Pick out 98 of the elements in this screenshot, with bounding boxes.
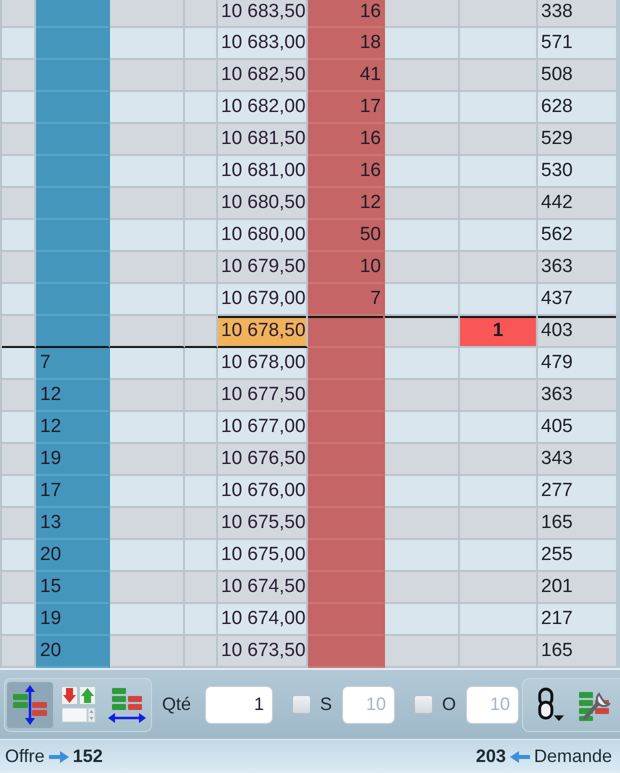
table-cell: 20: [36, 636, 110, 668]
status-label: Offre: [5, 746, 45, 767]
table-cell: 19: [36, 604, 110, 636]
table-cell: 403: [538, 316, 616, 348]
table-cell: 530: [538, 156, 616, 188]
table-cell: 479: [538, 348, 616, 380]
table-cell: 10 678,50: [218, 316, 308, 348]
table-cell: [185, 572, 218, 604]
bars-horizontal-arrow-icon: [108, 686, 146, 724]
table-cell: 16: [308, 124, 385, 156]
table-cell: 15: [36, 572, 110, 604]
table-cell: 562: [538, 220, 616, 252]
table-cell: 18: [308, 28, 385, 60]
table-cell: 12: [308, 188, 385, 220]
quantity-label: Qté: [162, 694, 192, 715]
table-cell: 10 683,50: [218, 0, 308, 28]
table-cell: [185, 348, 218, 380]
quantity-field[interactable]: 1: [205, 686, 274, 724]
table-cell: 17: [36, 476, 110, 508]
table-cell: 255: [538, 540, 616, 572]
table-cell: [185, 412, 218, 444]
table-cell: 13: [36, 508, 110, 540]
table-cell: [185, 60, 218, 92]
table-cell: 10 680,00: [218, 220, 308, 252]
table-cell: 10 682,00: [218, 92, 308, 124]
table-cell: [185, 156, 218, 188]
table-cell: 41: [308, 60, 385, 92]
table-cell: 10 674,50: [218, 572, 308, 604]
table-cell: 571: [538, 28, 616, 60]
table-cell: [185, 540, 218, 572]
table-cell: 10 676,00: [218, 476, 308, 508]
table-cell: 10 675,00: [218, 540, 308, 572]
table-cell: 628: [538, 92, 616, 124]
table-cell: 10 674,00: [218, 604, 308, 636]
table-cell: 10 677,50: [218, 380, 308, 412]
table-cell: 165: [538, 508, 616, 540]
table-cell: [185, 476, 218, 508]
arrows-spinner-icon: [62, 686, 96, 722]
table-cell: 10 681,50: [218, 124, 308, 156]
table-cell: 16: [308, 0, 385, 28]
table-cell: 10 673,50: [218, 636, 308, 668]
bars-vertical-arrow-icon: [12, 684, 48, 724]
table-cell: 363: [538, 252, 616, 284]
table-cell: 343: [538, 444, 616, 476]
table-cell: 10: [308, 252, 385, 284]
table-cell: [185, 220, 218, 252]
table-cell: 19: [36, 444, 110, 476]
table-cell: [185, 188, 218, 220]
table-cell: 10 678,00: [218, 348, 308, 380]
table-cell: [185, 508, 218, 540]
table-cell: 17: [308, 92, 385, 124]
table-cell: 7: [308, 284, 385, 316]
table-cell: 12: [36, 380, 110, 412]
table-cell: [185, 604, 218, 636]
table-cell: 16: [308, 156, 385, 188]
table-cell: 10 680,50: [218, 188, 308, 220]
table-cell: 12: [36, 412, 110, 444]
table-cell: 405: [538, 412, 616, 444]
table-cell: 10 677,00: [218, 412, 308, 444]
status-label: Demande: [534, 746, 612, 767]
table-cell: 165: [538, 636, 616, 668]
option-label: O: [442, 694, 456, 715]
table-cell: 10 679,00: [218, 284, 308, 316]
table-cell: [185, 124, 218, 156]
table-cell: 10 682,50: [218, 60, 308, 92]
table-cell: 50: [308, 220, 385, 252]
arrow-right-icon: [48, 750, 69, 762]
table-cell: [185, 284, 218, 316]
table-cell: 10 683,00: [218, 28, 308, 60]
table-cell: [185, 252, 218, 284]
table-cell: [185, 444, 218, 476]
table-cell: 437: [538, 284, 616, 316]
table-cell: 20: [36, 540, 110, 572]
table-cell: 442: [538, 188, 616, 220]
table-cell: 10 679,50: [218, 252, 308, 284]
table-cell: 217: [538, 604, 616, 636]
arrow-left-icon: [510, 750, 530, 762]
table-cell: [185, 380, 218, 412]
table-cell: 10 681,00: [218, 156, 308, 188]
table-cell: 10 675,50: [218, 508, 308, 540]
table-cell: [185, 28, 218, 60]
option-label: S: [320, 694, 332, 715]
table-cell: 1: [460, 316, 538, 348]
status-count: 152: [72, 746, 103, 767]
table-cell: [185, 316, 218, 348]
table-cell: 201: [538, 572, 616, 604]
vertical-arrows-button[interactable]: [7, 682, 53, 728]
table-cell: 277: [538, 476, 616, 508]
table-cell: 7: [36, 348, 110, 380]
table-cell: 338: [538, 0, 616, 28]
status-count: 203: [476, 746, 506, 767]
table-cell: 10 676,50: [218, 444, 308, 476]
table-cell: 508: [538, 60, 616, 92]
table-cell: [185, 92, 218, 124]
table-cell: [185, 0, 218, 28]
table-cell: 529: [538, 124, 616, 156]
table-cell: [185, 636, 218, 668]
table-cell: 363: [538, 380, 616, 412]
